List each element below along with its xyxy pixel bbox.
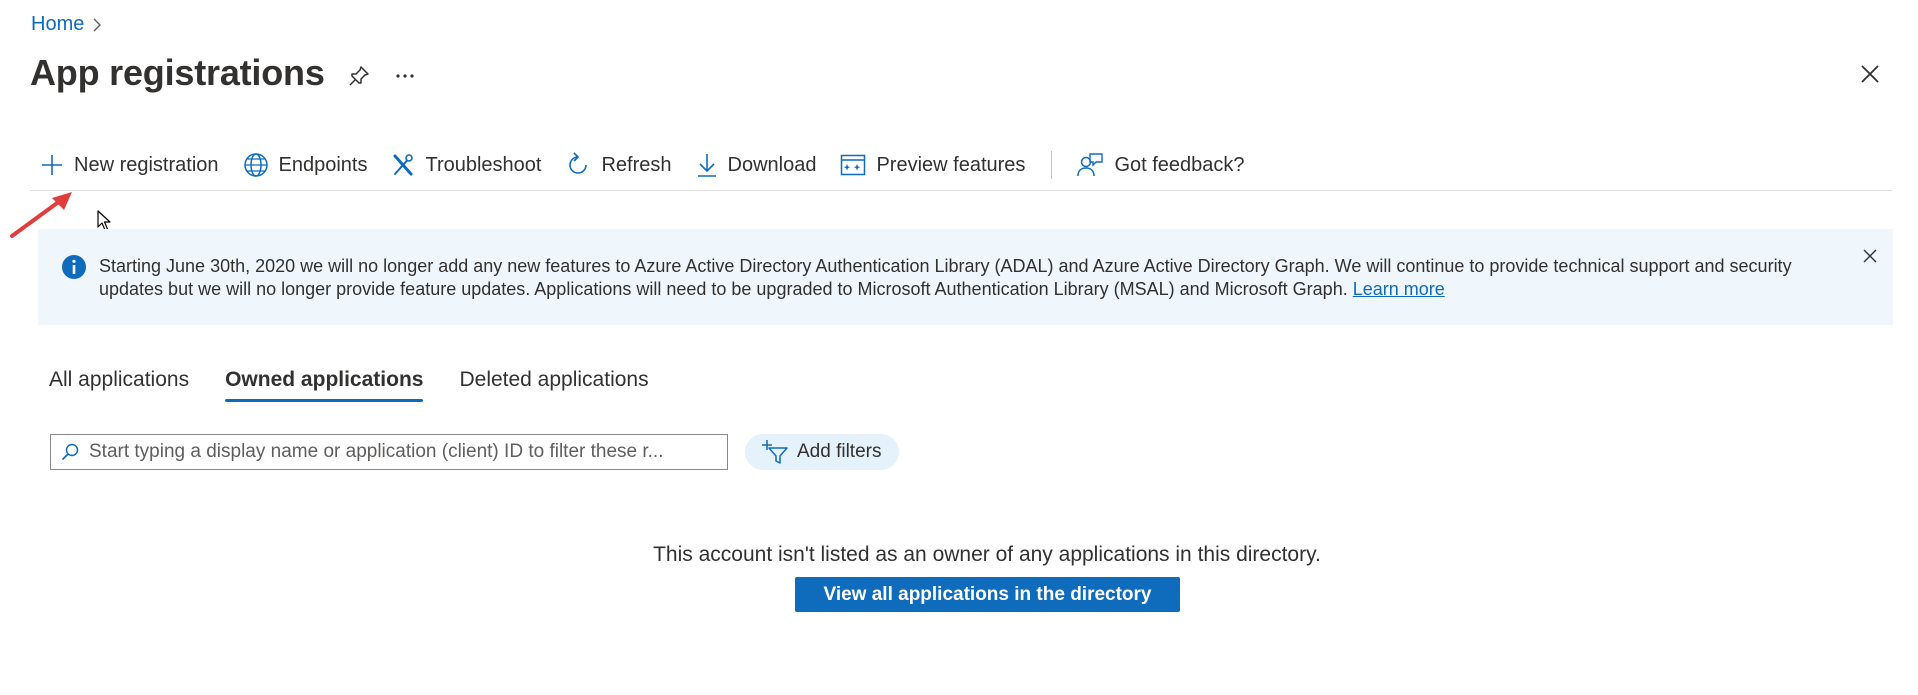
troubleshoot-label: Troubleshoot (425, 153, 542, 176)
close-icon[interactable] (1862, 248, 1878, 264)
preview-features-icon (840, 154, 866, 176)
new-registration-button[interactable]: New registration (40, 153, 219, 177)
page-title: App registrations (30, 52, 325, 93)
endpoints-button[interactable]: Endpoints (243, 152, 368, 178)
toolbar-divider-line (30, 190, 1892, 191)
refresh-label: Refresh (601, 153, 672, 176)
learn-more-link[interactable]: Learn more (1353, 279, 1445, 299)
download-label: Download (727, 153, 817, 176)
close-icon[interactable] (1859, 63, 1881, 85)
preview-features-button[interactable]: Preview features (840, 154, 1025, 177)
banner-text: Starting June 30th, 2020 we will no long… (99, 256, 1792, 299)
breadcrumb: Home (31, 13, 102, 36)
globe-icon (243, 152, 269, 178)
plus-icon (40, 153, 64, 177)
feedback-icon (1076, 152, 1104, 178)
deprecation-banner: Starting June 30th, 2020 we will no long… (38, 229, 1893, 325)
command-bar: New registration Endpoints Troubleshoot … (40, 150, 1269, 180)
endpoints-label: Endpoints (278, 153, 368, 176)
banner-message: Starting June 30th, 2020 we will no long… (99, 255, 1839, 301)
new-registration-label: New registration (74, 153, 219, 176)
info-icon (62, 255, 86, 279)
feedback-button[interactable]: Got feedback? (1076, 152, 1245, 178)
search-input[interactable] (87, 440, 721, 464)
tab-owned-applications[interactable]: Owned applications (225, 368, 424, 402)
download-icon (696, 152, 718, 178)
empty-state-message: This account isn't listed as an owner of… (653, 543, 1321, 566)
feedback-label: Got feedback? (1114, 153, 1245, 176)
preview-features-label: Preview features (876, 153, 1026, 176)
troubleshoot-button[interactable]: Troubleshoot (391, 153, 541, 177)
ellipsis-icon[interactable] (395, 73, 415, 79)
tab-deleted-applications[interactable]: Deleted applications (459, 368, 648, 402)
tab-all-applications[interactable]: All applications (49, 368, 189, 402)
add-filters-button[interactable]: Add filters (745, 434, 900, 470)
view-all-applications-button[interactable]: View all applications in the directory (795, 577, 1180, 612)
application-tabs: All applications Owned applications Dele… (49, 368, 649, 402)
chevron-right-icon (92, 18, 102, 32)
breadcrumb-home-link[interactable]: Home (31, 13, 84, 36)
pin-icon[interactable] (347, 64, 371, 88)
download-button[interactable]: Download (696, 152, 817, 178)
tools-icon (391, 153, 415, 177)
search-box (50, 434, 728, 470)
refresh-icon (565, 152, 591, 178)
search-icon (61, 443, 79, 461)
add-filter-icon (761, 439, 789, 465)
title-actions (347, 64, 415, 88)
toolbar-divider (1051, 151, 1053, 179)
refresh-button[interactable]: Refresh (565, 152, 672, 178)
add-filters-label: Add filters (797, 441, 882, 462)
